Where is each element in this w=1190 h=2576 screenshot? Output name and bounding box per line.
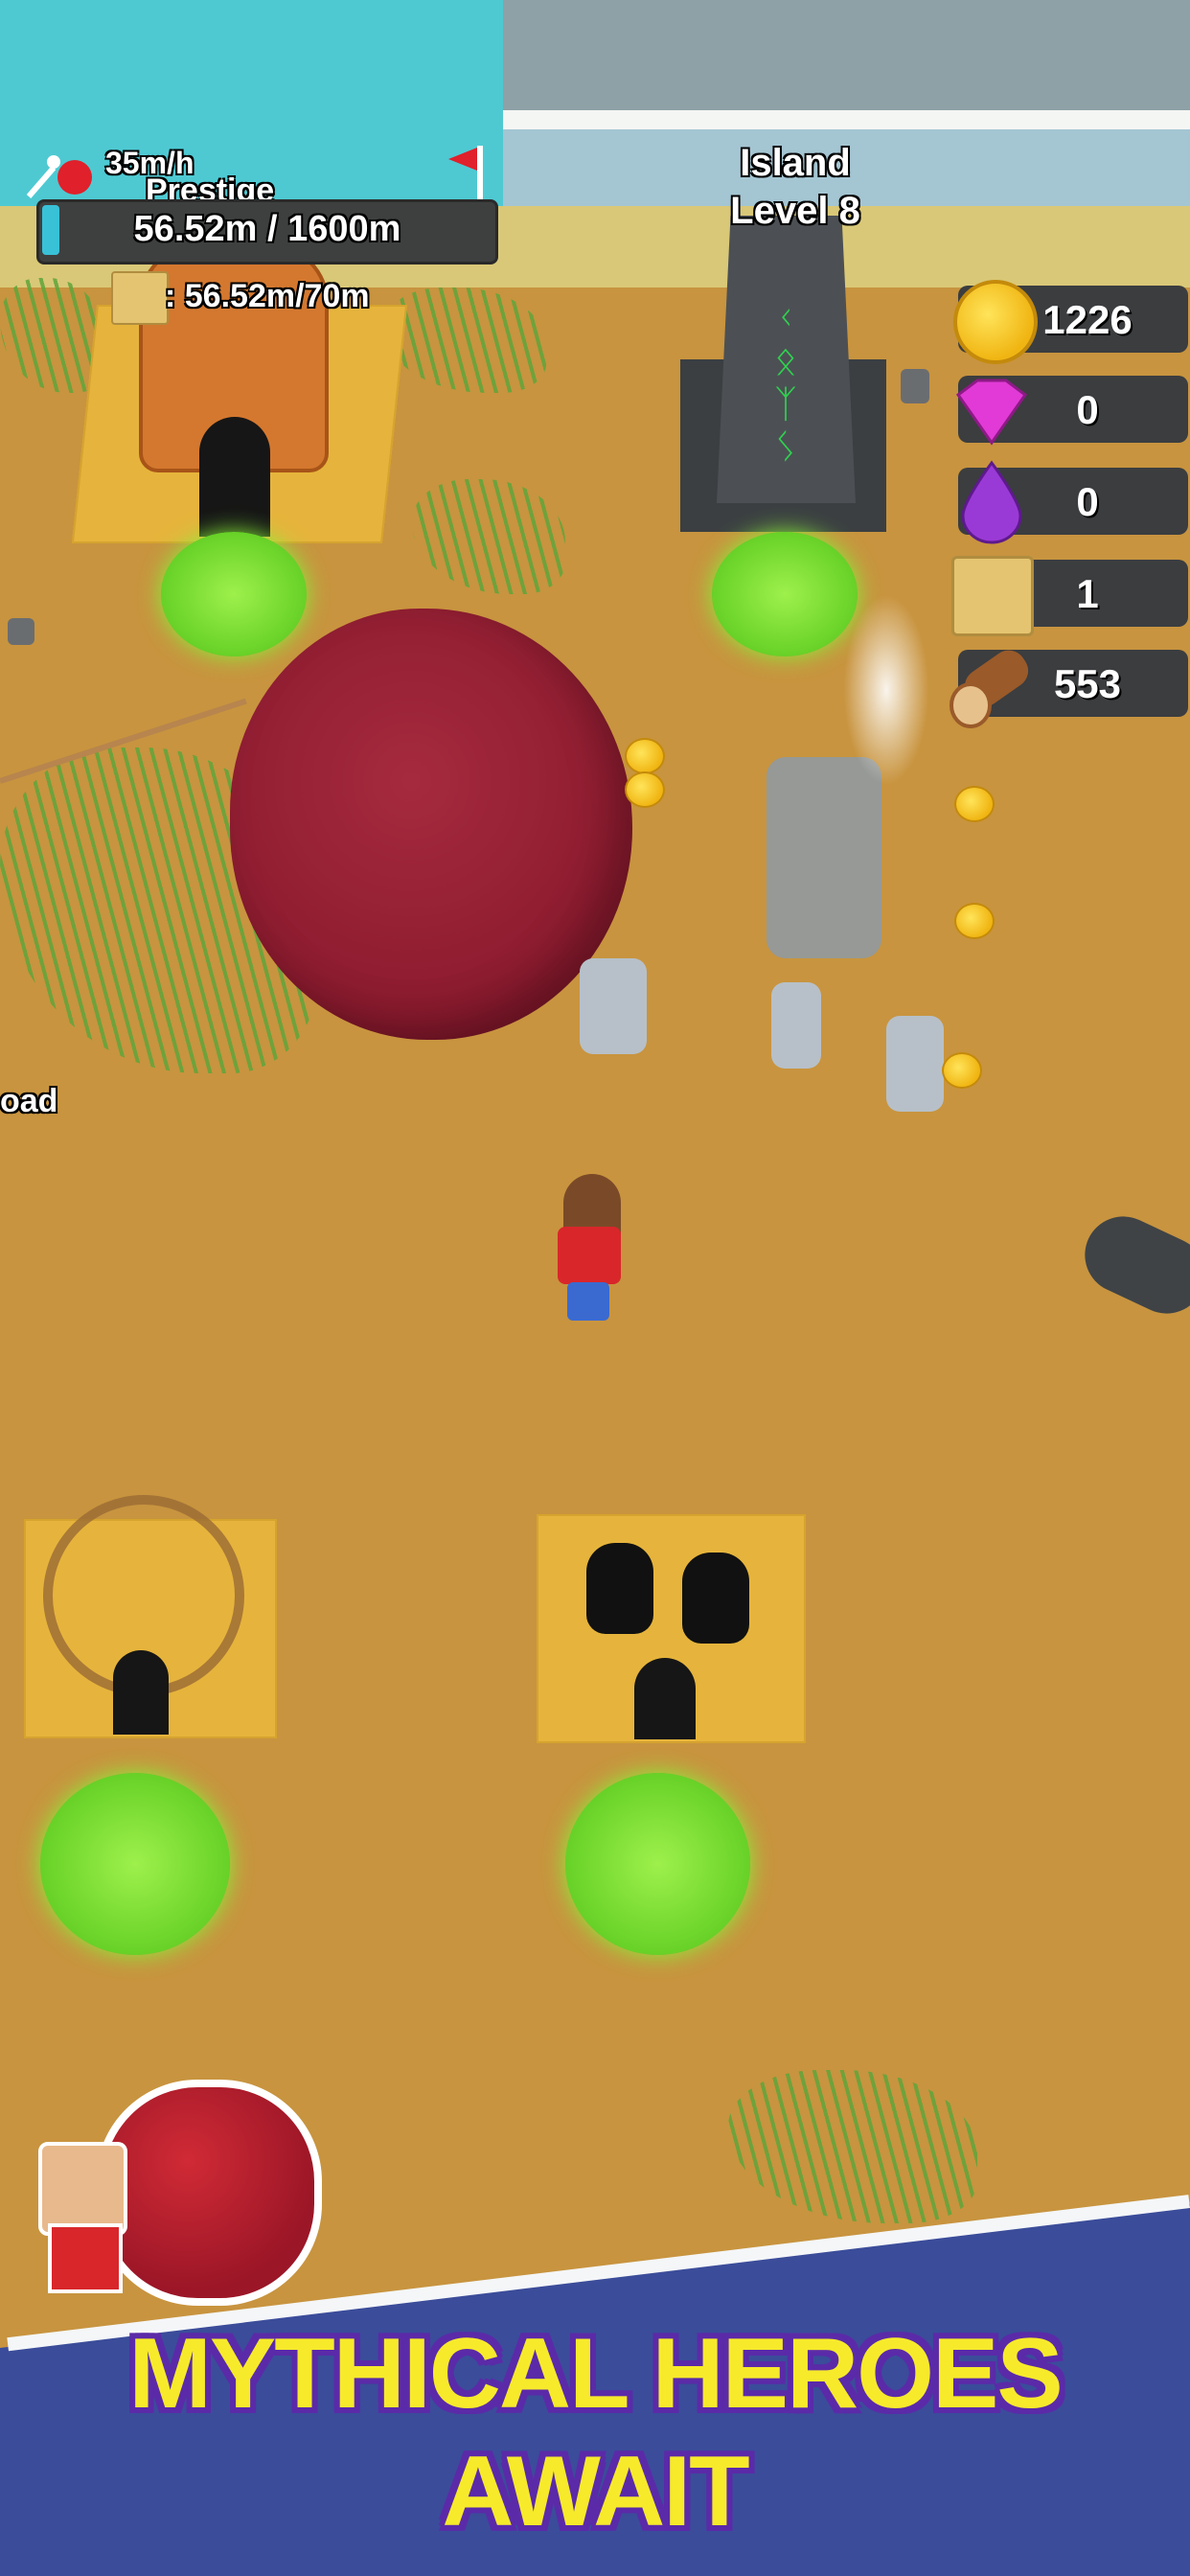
worker [886, 1016, 944, 1112]
player-legs [567, 1282, 609, 1321]
coin-icon[interactable] [625, 738, 665, 774]
wood-value: 553 [1053, 661, 1122, 706]
mascot-head [38, 2142, 127, 2236]
gold-value: 1226 [1042, 297, 1133, 342]
upgrade-pad[interactable] [565, 1773, 750, 1955]
coin-icon[interactable] [954, 903, 995, 939]
mascot-body [48, 2223, 123, 2293]
worker [771, 982, 821, 1069]
rock [901, 369, 929, 403]
surf-line [503, 110, 1190, 129]
upgrade-pad[interactable] [161, 532, 307, 656]
treasure-map-icon [111, 271, 169, 325]
road-label: oad [0, 1083, 58, 1119]
mascot-boulder [96, 2080, 322, 2306]
map-progress-text: : 56.52m/70m [165, 278, 370, 314]
rune-glyphs: ᚲᛟᛉᛊ [774, 297, 797, 469]
coin-icon[interactable] [954, 786, 995, 822]
worker-group [767, 757, 881, 958]
elixir-value: 0 [1076, 479, 1099, 524]
giant-boulder[interactable] [230, 609, 632, 1040]
temple-door [634, 1658, 696, 1739]
worker [580, 958, 647, 1054]
left-hand-icon [586, 1543, 653, 1634]
coin-icon[interactable] [942, 1052, 982, 1089]
player-character[interactable] [558, 1227, 621, 1284]
steam-plume [843, 594, 929, 786]
rock [8, 618, 34, 645]
pushing-rate-icon [17, 149, 94, 201]
right-hand-icon [682, 1552, 749, 1644]
island-level: Level 8 [730, 190, 860, 232]
prestige-progress-text: 56.52m / 1600m [133, 209, 401, 249]
island-title: Island [740, 142, 851, 184]
flag-icon [443, 142, 489, 201]
coin-icon[interactable] [625, 771, 665, 808]
upgrade-pad[interactable] [712, 532, 858, 656]
upgrade-pad[interactable] [40, 1773, 230, 1955]
temple-door [113, 1650, 169, 1735]
banner-line1: MYTHICAL HEROES [128, 2318, 1064, 2429]
temple-door [199, 417, 270, 537]
banner-line2: AWAIT [442, 2436, 749, 2547]
gems-value: 0 [1076, 387, 1099, 432]
maps-value: 1 [1076, 571, 1099, 616]
